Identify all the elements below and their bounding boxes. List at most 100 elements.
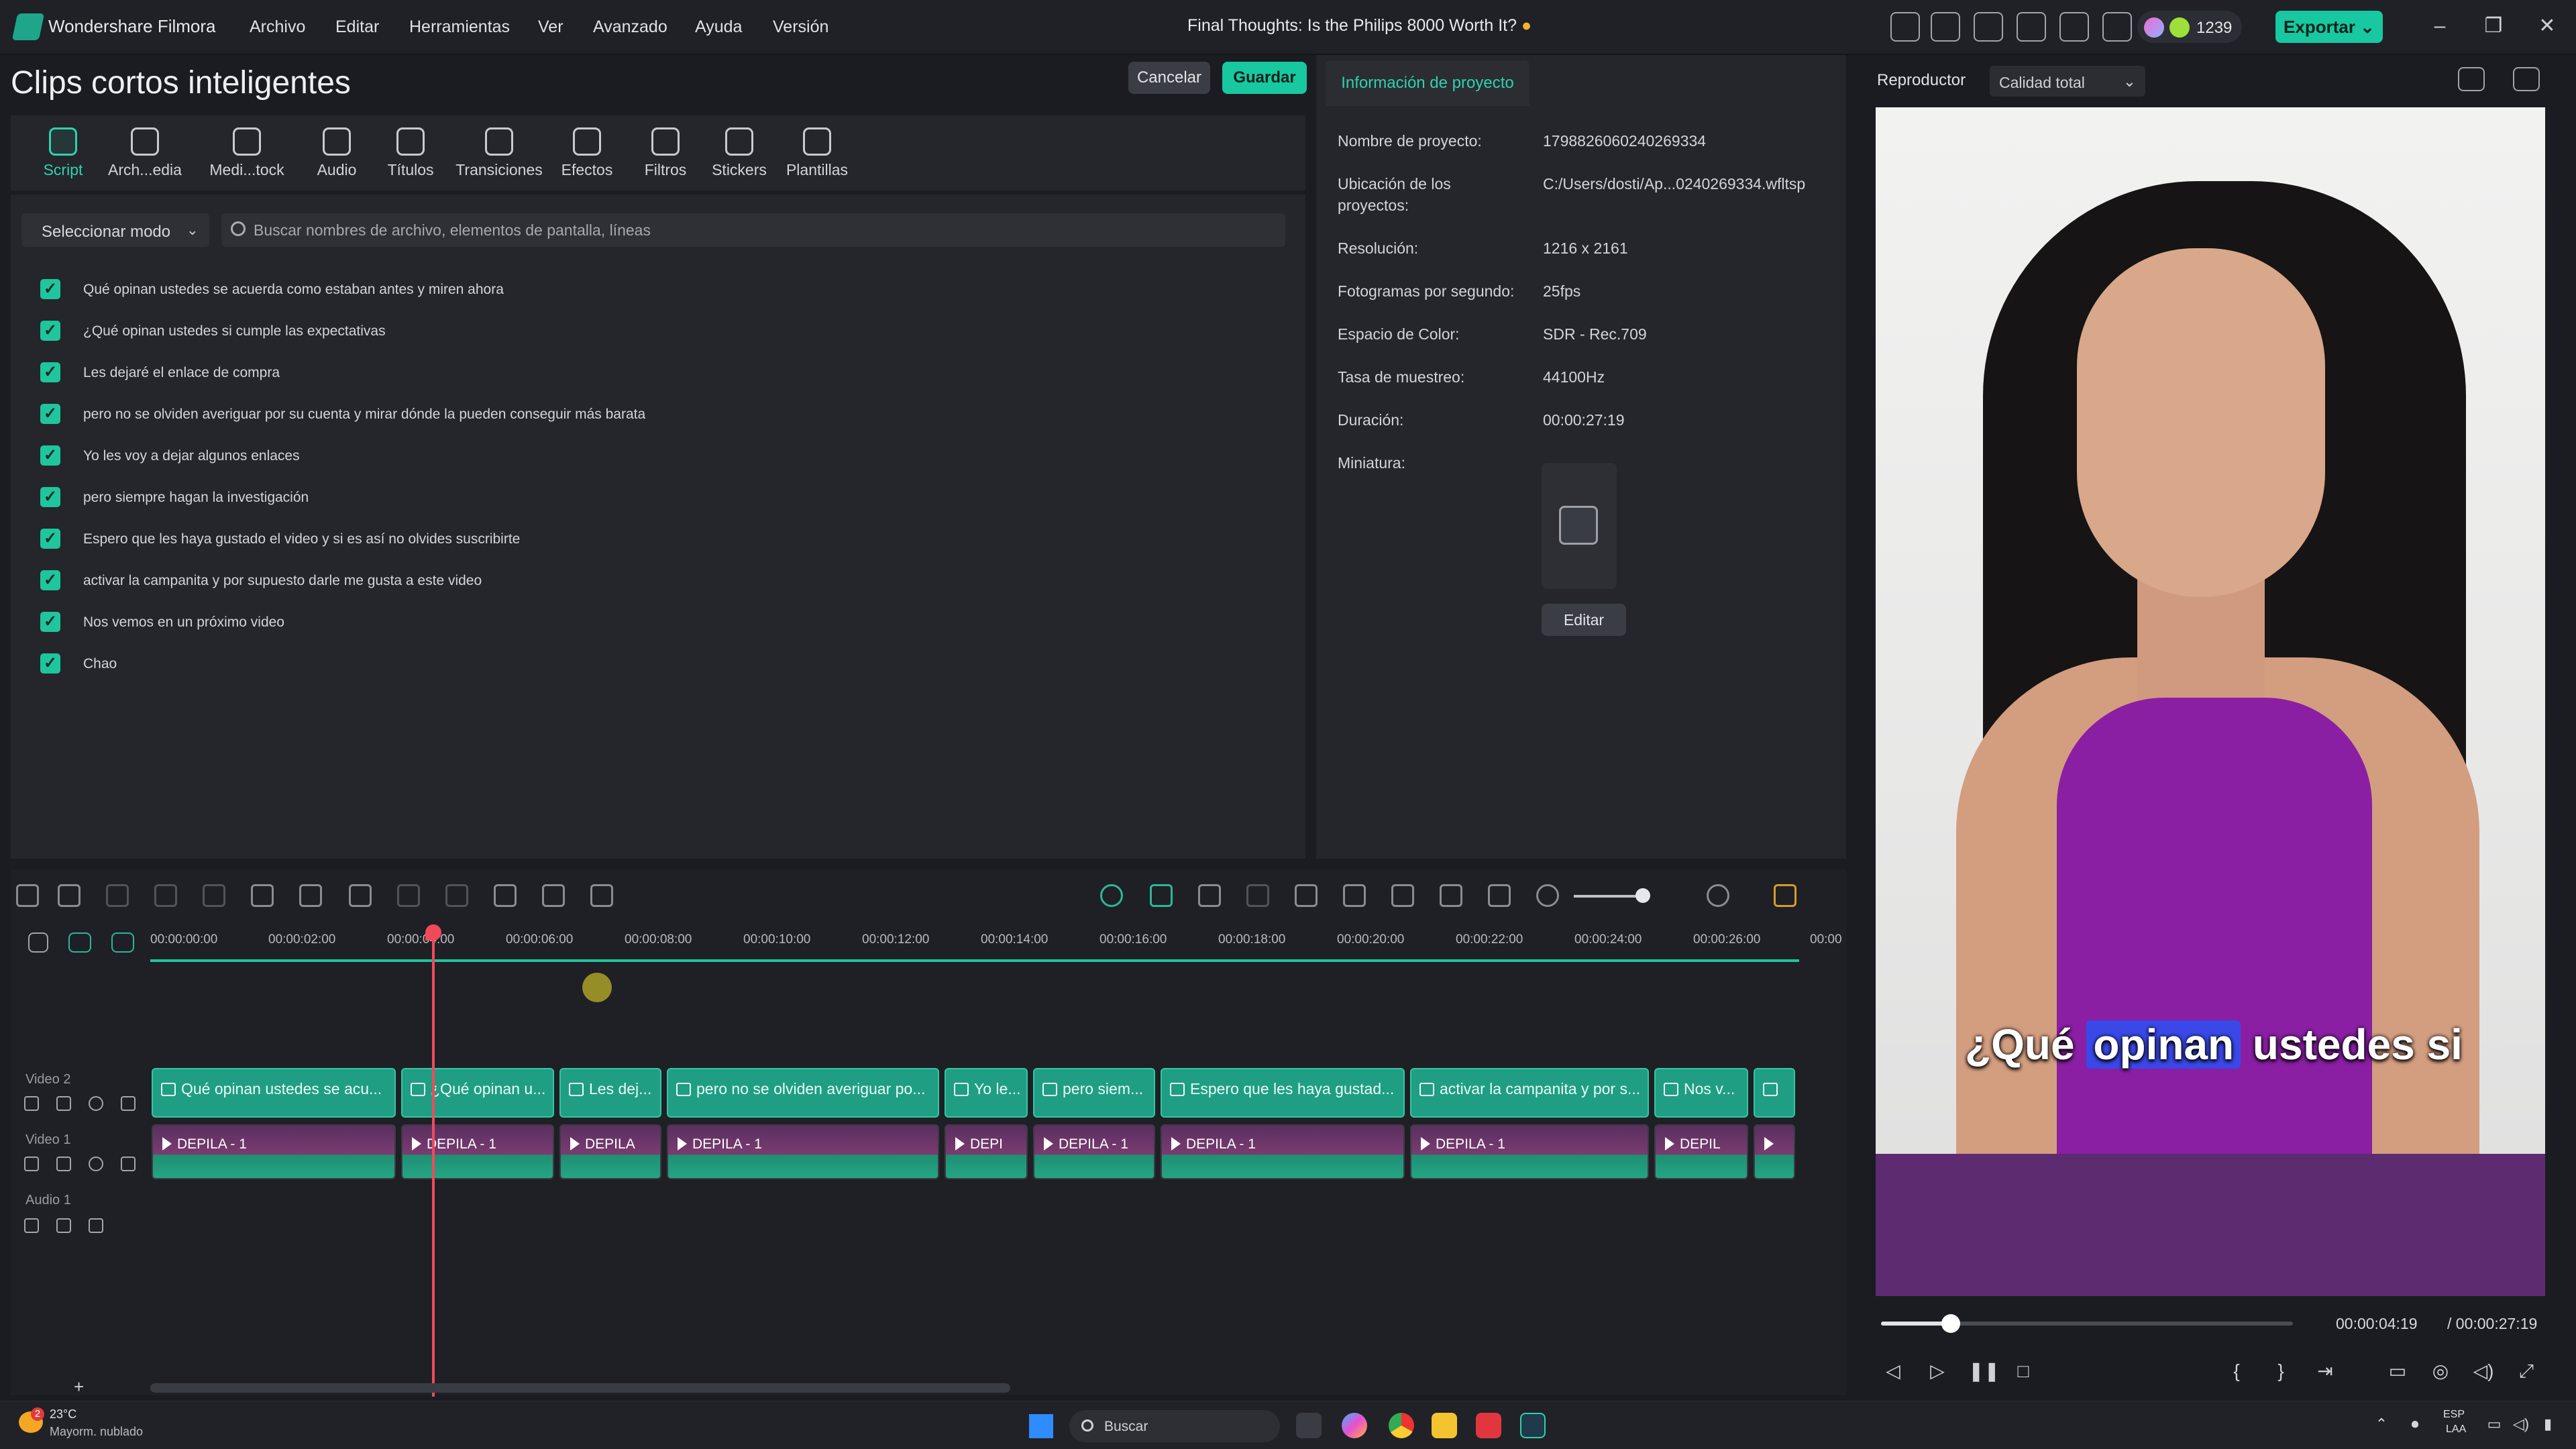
app-red-icon[interactable] [1476, 1413, 1501, 1438]
subtitle-icon[interactable] [1391, 884, 1414, 907]
battery-icon[interactable]: ▮ [2538, 1415, 2557, 1434]
stop-icon[interactable]: □ [2011, 1359, 2035, 1383]
pause-icon[interactable]: ❚❚ [1968, 1359, 2000, 1383]
color-icon[interactable] [397, 884, 420, 907]
mark-out-icon[interactable]: } [2269, 1359, 2293, 1383]
ai-tool-icon[interactable] [542, 884, 565, 907]
checkbox-checked-icon[interactable]: ✓ [40, 570, 60, 590]
cancel-button[interactable]: Cancelar [1128, 62, 1210, 94]
title-clip[interactable] [1754, 1068, 1795, 1118]
add-icon[interactable]: + [74, 1377, 84, 1397]
restore-icon[interactable]: ❐ [2482, 15, 2505, 38]
media-library-icon[interactable] [1974, 12, 2003, 42]
tab-media[interactable]: Arch...edia [102, 127, 188, 179]
text-tool-icon[interactable] [299, 884, 322, 907]
video-clip[interactable]: DEPILA - 1 [1161, 1124, 1405, 1179]
cloud-upload-icon[interactable] [2017, 12, 2046, 42]
chrome-icon[interactable] [1389, 1413, 1414, 1438]
checkbox-checked-icon[interactable]: ✓ [40, 612, 60, 632]
title-clip[interactable]: Espero que les haya gustad... [1161, 1068, 1405, 1118]
menu-version[interactable]: Versión [773, 17, 828, 37]
volume-icon[interactable]: ◁) [2471, 1359, 2496, 1383]
taskbar-search[interactable]: Buscar [1069, 1410, 1280, 1442]
title-clip[interactable]: activar la campanita y por s... [1410, 1068, 1649, 1118]
redo-icon[interactable] [154, 884, 177, 907]
edit-icon[interactable] [89, 1218, 103, 1233]
playhead[interactable] [432, 927, 435, 1397]
layout-icon[interactable] [16, 884, 39, 907]
video-clip[interactable] [1754, 1124, 1795, 1179]
crop-icon[interactable] [349, 884, 372, 907]
step-back-icon[interactable]: ◁ [1881, 1359, 1905, 1383]
video-clip[interactable]: DEPILA - 1 [1033, 1124, 1155, 1179]
camera-icon[interactable]: ◎ [2428, 1359, 2453, 1383]
volume-icon[interactable] [56, 1096, 71, 1111]
chevron-up-icon[interactable]: ⌃ [2372, 1415, 2391, 1434]
checkbox-checked-icon[interactable]: ✓ [40, 362, 60, 382]
video-clip[interactable]: DEPIL [1654, 1124, 1748, 1179]
network-icon[interactable]: ▭ [2485, 1415, 2504, 1434]
title-clip[interactable]: Yo le... [945, 1068, 1028, 1118]
windows-start-icon[interactable] [1029, 1414, 1053, 1438]
grid-view-icon[interactable] [2458, 67, 2485, 91]
menu-ver[interactable]: Ver [538, 17, 564, 37]
title-clip[interactable]: Qué opinan ustedes se acu... [152, 1068, 396, 1118]
seek-bar[interactable] [1881, 1314, 2293, 1333]
link-icon[interactable] [28, 932, 48, 953]
checkbox-checked-icon[interactable]: ✓ [40, 321, 60, 341]
tab-templates[interactable]: Plantillas [775, 127, 859, 179]
select-tool-icon[interactable] [58, 884, 80, 907]
eye-icon[interactable] [89, 1096, 103, 1111]
tab-stock-media[interactable]: Medi...tock [200, 127, 294, 179]
microphone-icon[interactable] [1343, 884, 1366, 907]
translate-icon[interactable] [590, 884, 613, 907]
headset-icon[interactable] [2059, 12, 2089, 42]
zoom-slider-handle[interactable] [1635, 888, 1650, 903]
delete-icon[interactable] [203, 884, 225, 907]
add-track-icon[interactable] [111, 932, 134, 953]
lock-icon[interactable] [24, 1218, 39, 1233]
tab-stickers[interactable]: Stickers [702, 127, 777, 179]
video-clip[interactable]: DEPILA [559, 1124, 661, 1179]
zoom-slider[interactable] [1574, 895, 1641, 898]
tab-script[interactable]: Script [31, 127, 95, 179]
gift-icon[interactable] [1890, 12, 1920, 42]
checkbox-checked-icon[interactable]: ✓ [40, 653, 60, 674]
title-clip[interactable]: Nos v... [1654, 1068, 1748, 1118]
auto-highlight-icon[interactable] [1198, 884, 1221, 907]
menu-avanzado[interactable]: Avanzado [593, 17, 667, 37]
quality-select[interactable]: Calidad total ⌄ [1990, 66, 2145, 97]
apps-grid-icon[interactable] [2102, 12, 2132, 42]
playhead-handle[interactable] [425, 924, 441, 941]
close-icon[interactable]: ✕ [2536, 15, 2559, 38]
mode-select[interactable]: Seleccionar modo ⌄ [21, 213, 209, 247]
play-icon[interactable]: ▷ [1925, 1359, 1949, 1383]
credits-badge[interactable]: 1239 [2137, 11, 2242, 43]
scissors-icon[interactable] [251, 884, 274, 907]
menu-editar[interactable]: Editar [335, 17, 379, 37]
timeline-ruler[interactable]: 00:00:00:00 00:00:02:00 00:00:04:00 00:0… [150, 926, 1846, 963]
video-clip[interactable]: DEPI [945, 1124, 1028, 1179]
video-clip[interactable]: DEPILA - 1 [667, 1124, 939, 1179]
ai-cut-icon[interactable] [1246, 884, 1269, 907]
speaker-icon[interactable]: ◁) [2512, 1415, 2530, 1434]
edit-icon[interactable] [121, 1096, 136, 1111]
thumbnail-preview[interactable] [1542, 463, 1617, 589]
menu-archivo[interactable]: Archivo [250, 17, 305, 37]
mark-in-icon[interactable]: { [2224, 1359, 2249, 1383]
send-icon[interactable] [1931, 12, 1960, 42]
tab-filters[interactable]: Filtros [631, 127, 700, 179]
title-clip[interactable]: Les dej... [559, 1068, 661, 1118]
snapshot-icon[interactable] [2513, 67, 2540, 91]
file-explorer-icon[interactable] [1432, 1413, 1457, 1438]
tab-effects[interactable]: Efectos [550, 127, 624, 179]
snap-icon[interactable] [1150, 884, 1173, 907]
speed-icon[interactable] [494, 884, 517, 907]
checkbox-checked-icon[interactable]: ✓ [40, 487, 60, 507]
undo-icon[interactable] [106, 884, 129, 907]
checkbox-checked-icon[interactable]: ✓ [40, 404, 60, 424]
track-layout-icon[interactable] [1774, 884, 1796, 907]
volume-icon[interactable] [56, 1157, 71, 1171]
render-icon[interactable] [1100, 884, 1123, 907]
copilot-icon[interactable] [1342, 1413, 1367, 1438]
